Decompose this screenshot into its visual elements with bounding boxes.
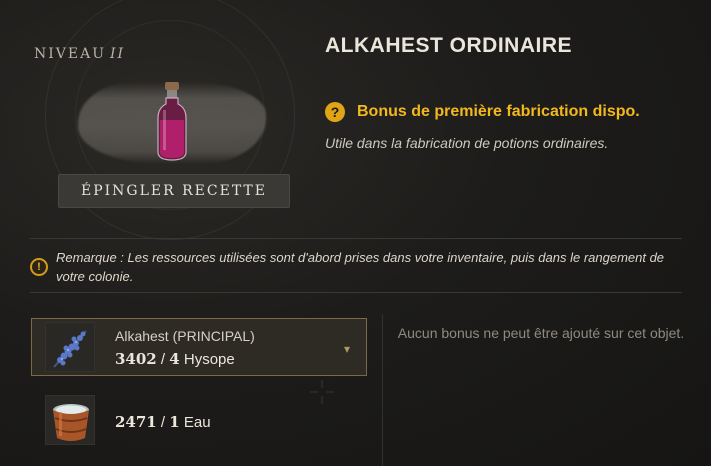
bonus-text: Bonus de première fabrication dispo. — [357, 103, 640, 120]
ingredient-thumb[interactable] — [45, 395, 95, 445]
divider-middle — [30, 292, 682, 293]
resource-note: Remarque : Les ressources utilisées sont… — [56, 250, 665, 284]
ingredient-quantity: 3402 / 4 Hysope — [115, 350, 235, 368]
warning-icon: ! — [30, 258, 48, 276]
ingredient-need: 1 — [169, 413, 180, 431]
level-value: II — [110, 46, 126, 62]
question-icon[interactable]: ? — [325, 102, 345, 122]
potion-icon — [157, 82, 187, 161]
item-title: ALKAHEST ORDINAIRE — [325, 34, 573, 57]
select-variant-icon[interactable]: ▾ — [344, 342, 350, 356]
water-bucket-icon — [53, 404, 89, 441]
ingredient-item: Eau — [183, 414, 211, 431]
recipe-level: NIVEAU II — [34, 46, 125, 62]
divider-top — [30, 238, 682, 239]
panel-divider — [382, 314, 383, 466]
ingredient-quantity: 2471 / 1 Eau — [115, 413, 211, 431]
ingredient-item: Hysope — [183, 351, 235, 368]
item-description: Utile dans la fabrication de potions ord… — [325, 135, 609, 151]
pin-recipe-button[interactable]: ÉPINGLER RECETTE — [58, 174, 290, 208]
ingredient-have: 3402 — [115, 350, 157, 368]
first-craft-bonus: ? Bonus de première fabrication dispo. — [325, 102, 640, 122]
ingredient-thumb[interactable] — [45, 322, 95, 372]
ingredient-name: Alkahest (PRINCIPAL) — [115, 328, 255, 344]
hyssop-icon — [53, 330, 87, 368]
crosshair-icon — [310, 380, 334, 404]
level-label: NIVEAU — [34, 46, 107, 62]
ingredient-need: 4 — [169, 350, 180, 368]
ingredient-have: 2471 — [115, 413, 157, 431]
no-bonus-message: Aucun bonus ne peut être ajouté sur cet … — [397, 325, 685, 341]
